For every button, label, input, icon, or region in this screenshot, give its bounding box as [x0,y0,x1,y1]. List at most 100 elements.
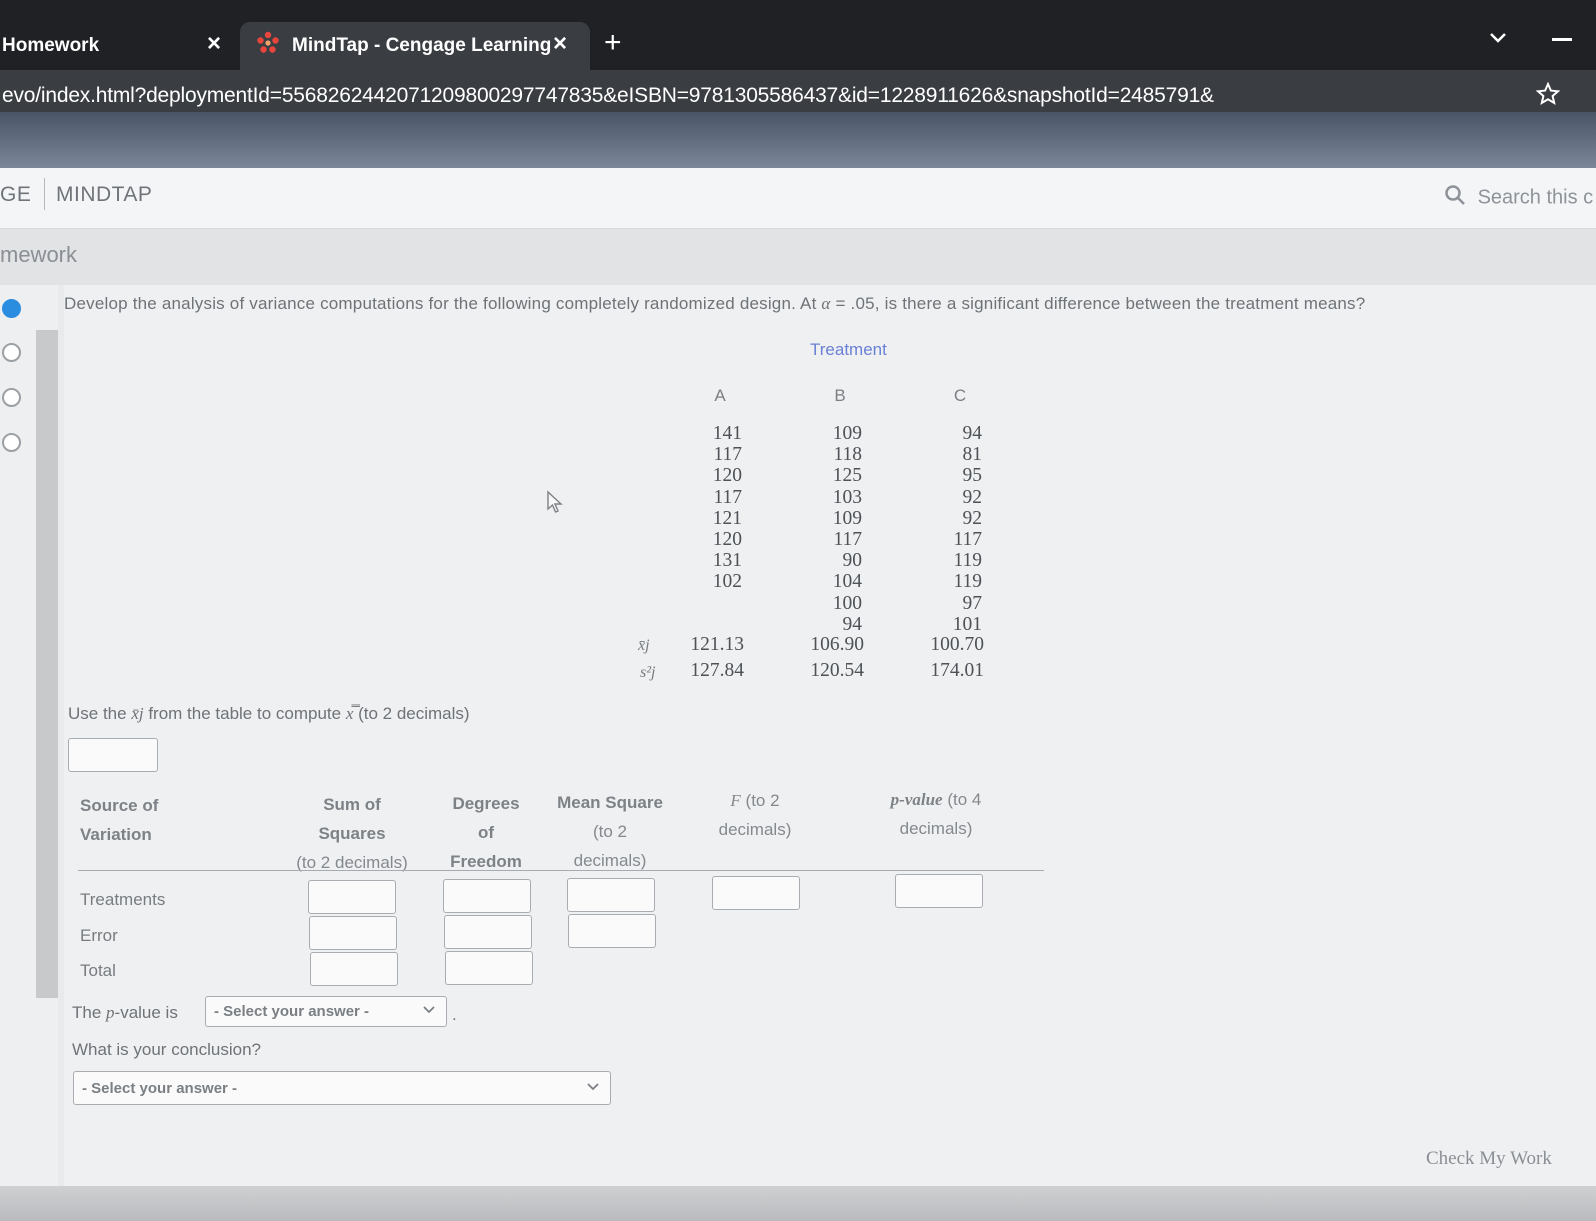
variance-label: s²j [640,664,656,681]
data-cell: 117 [713,444,742,466]
data-cell: 81 [962,444,983,466]
data-cell: 90 [842,550,863,572]
data-cell: 95 [962,465,983,487]
question-nav-radio[interactable] [2,388,21,407]
data-cell: 117 [953,529,982,551]
data-column-a: 141 117 120 117 121 120 131 102 [680,423,742,593]
url-text[interactable]: evo/index.html?deploymentId=556826244207… [2,84,1214,108]
mouse-cursor-icon [546,490,564,519]
data-column-b: 109 118 125 103 109 117 90 104 100 94 [800,423,862,635]
data-cell: 121 [712,507,742,529]
tab-mindtap[interactable]: MindTap - Cengage Learning [240,22,590,70]
mean-b: 106.90 [810,634,864,655]
mean-c: 100.70 [930,634,984,655]
rail-scrollbar[interactable] [36,330,58,998]
data-cell: 101 [952,613,982,635]
data-cell: 118 [833,444,862,466]
bottom-strip [0,1186,1596,1221]
total-ss-input[interactable] [310,952,398,986]
sub-header [0,229,1596,285]
close-tab-icon[interactable]: × [207,30,221,58]
mean-label: x̄j [638,637,650,654]
cengage-logo-icon [256,31,280,61]
row-label-error: Error [80,926,118,945]
conclusion-select[interactable]: - Select your answer - [73,1071,611,1105]
data-cell: 103 [832,486,862,508]
treatments-ms-input[interactable] [567,878,655,912]
data-cell: 117 [713,486,742,508]
search-placeholder: Search this c [1477,186,1594,209]
question-nav-radio[interactable] [2,299,21,318]
data-cell: 119 [953,571,982,593]
error-df-input[interactable] [444,915,532,949]
header-sum-squares: Sum of Squares (to 2 decimals) [296,795,408,872]
data-cell: 94 [962,423,983,444]
minimize-icon[interactable] [1552,38,1572,41]
data-cell: 94 [842,613,863,635]
conclusion-label: What is your conclusion? [72,1040,261,1059]
column-header-b: B [834,386,846,405]
period-text: . [452,1005,457,1024]
treatments-f-input[interactable] [712,876,800,910]
compute-instruction: Use the x̄j from the table to compute x̿… [68,704,470,723]
data-cell: 97 [962,592,983,614]
treatments-ss-input[interactable] [308,880,396,914]
check-my-work-button[interactable]: Check My Work [1426,1148,1552,1170]
p-value-select[interactable]: - Select your answer - [205,996,447,1027]
data-cell: 117 [833,529,862,551]
row-label-treatments: Treatments [80,890,166,909]
new-tab-icon[interactable]: + [604,26,622,60]
brand-mindtap: MINDTAP [56,183,153,206]
toolbar-band [0,112,1596,168]
data-cell: 141 [712,423,742,444]
header-f: F (to 2 decimals) [718,791,792,839]
chevron-down-icon [422,1003,436,1021]
data-cell: 120 [712,529,742,551]
table-header-rule [78,870,1044,871]
grand-mean-input[interactable] [68,738,158,772]
search-box[interactable]: Search this c [1444,184,1593,212]
row-label-total: Total [80,961,116,980]
data-cell: 104 [832,571,862,593]
treatments-df-input[interactable] [443,879,531,913]
data-cell: 131 [712,550,742,572]
header-p-value: p-value (to 4 decimals) [890,790,982,838]
data-cell: 109 [832,507,862,529]
tab-homework[interactable]: Homework [2,22,99,70]
data-cell: 92 [962,507,983,529]
question-nav-radio[interactable] [2,433,21,452]
bookmark-star-icon[interactable] [1535,81,1561,111]
header-source: Source of Variation [80,796,159,844]
error-ms-input[interactable] [568,914,656,948]
variance-b: 120.54 [810,660,864,681]
data-cell: 102 [712,571,742,593]
close-tab-icon[interactable]: × [553,30,567,58]
data-cell: 92 [962,486,983,508]
data-cell: 100 [832,592,862,614]
app-header [0,168,1596,229]
chevron-down-icon[interactable] [1488,30,1508,51]
data-cell: 109 [832,423,862,444]
data-column-c: 94 81 95 92 92 117 119 119 97 101 [920,423,982,635]
treatments-p-value-input[interactable] [895,874,983,908]
error-ss-input[interactable] [309,916,397,950]
brand-cengage: GE [0,183,32,206]
treatment-header: Treatment [810,340,887,359]
chevron-down-icon [586,1080,600,1098]
question-text: Develop the analysis of variance computa… [64,294,1366,313]
variance-a: 127.84 [690,660,744,681]
data-cell: 125 [832,465,862,487]
data-cell: 120 [712,465,742,487]
brand-divider [44,178,45,210]
column-header-a: A [714,386,726,405]
search-icon [1444,184,1466,212]
data-cell: 119 [953,550,982,572]
question-nav-radio[interactable] [2,343,21,362]
tab-title: MindTap - Cengage Learning [292,35,552,56]
column-header-c: C [953,386,967,405]
variance-c: 174.01 [930,660,984,681]
total-df-input[interactable] [445,951,533,985]
p-value-prompt: The p-value is [72,1003,178,1022]
tab-title: Homework [2,35,100,56]
header-degrees-freedom: Degrees of Freedom [450,794,522,871]
